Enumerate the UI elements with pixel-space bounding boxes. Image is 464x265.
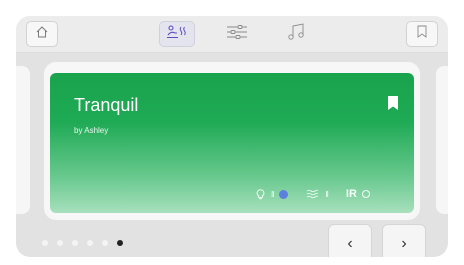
- card-title: Tranquil: [74, 95, 139, 115]
- light-level: II: [271, 189, 275, 199]
- page-indicator: [42, 240, 123, 246]
- tab-scene[interactable]: [159, 21, 195, 47]
- card-indicators: II II IR: [256, 187, 370, 201]
- scene-card[interactable]: Tranquil by Ashley II II IR: [50, 73, 414, 213]
- light-active-dot: [279, 189, 289, 199]
- music-note-icon: [287, 22, 307, 46]
- page-dot[interactable]: [57, 240, 63, 246]
- chevron-right-icon: ›: [401, 234, 407, 252]
- page-dot[interactable]: [72, 240, 78, 246]
- tab-settings[interactable]: [219, 21, 255, 47]
- next-button[interactable]: ›: [382, 224, 426, 257]
- bookmarks-button[interactable]: [406, 21, 438, 47]
- next-card-peek: [436, 66, 448, 214]
- page-dot-active[interactable]: [117, 240, 123, 246]
- heat-level: II: [325, 189, 329, 199]
- lightbulb-icon: [256, 188, 265, 200]
- tab-music[interactable]: [279, 21, 315, 47]
- home-button[interactable]: [26, 21, 58, 47]
- prev-button[interactable]: ‹: [328, 224, 372, 257]
- person-steam-icon: [166, 24, 188, 45]
- page-dot[interactable]: [87, 240, 93, 246]
- ir-status-icon: [361, 190, 370, 198]
- home-icon: [35, 25, 49, 44]
- prev-card-peek: [16, 66, 30, 214]
- heat-waves-icon: [306, 189, 319, 199]
- top-toolbar: [16, 16, 448, 53]
- bookmark-filled-icon[interactable]: [388, 96, 398, 110]
- ir-label: IR: [345, 188, 357, 200]
- sliders-icon: [226, 24, 248, 45]
- screen: Tranquil by Ashley II II IR ‹ ›: [16, 16, 448, 257]
- page-dot[interactable]: [102, 240, 108, 246]
- chevron-left-icon: ‹: [347, 234, 353, 252]
- card-author: by Ashley: [74, 126, 109, 135]
- bookmark-outline-icon: [417, 25, 427, 43]
- page-dot[interactable]: [42, 240, 48, 246]
